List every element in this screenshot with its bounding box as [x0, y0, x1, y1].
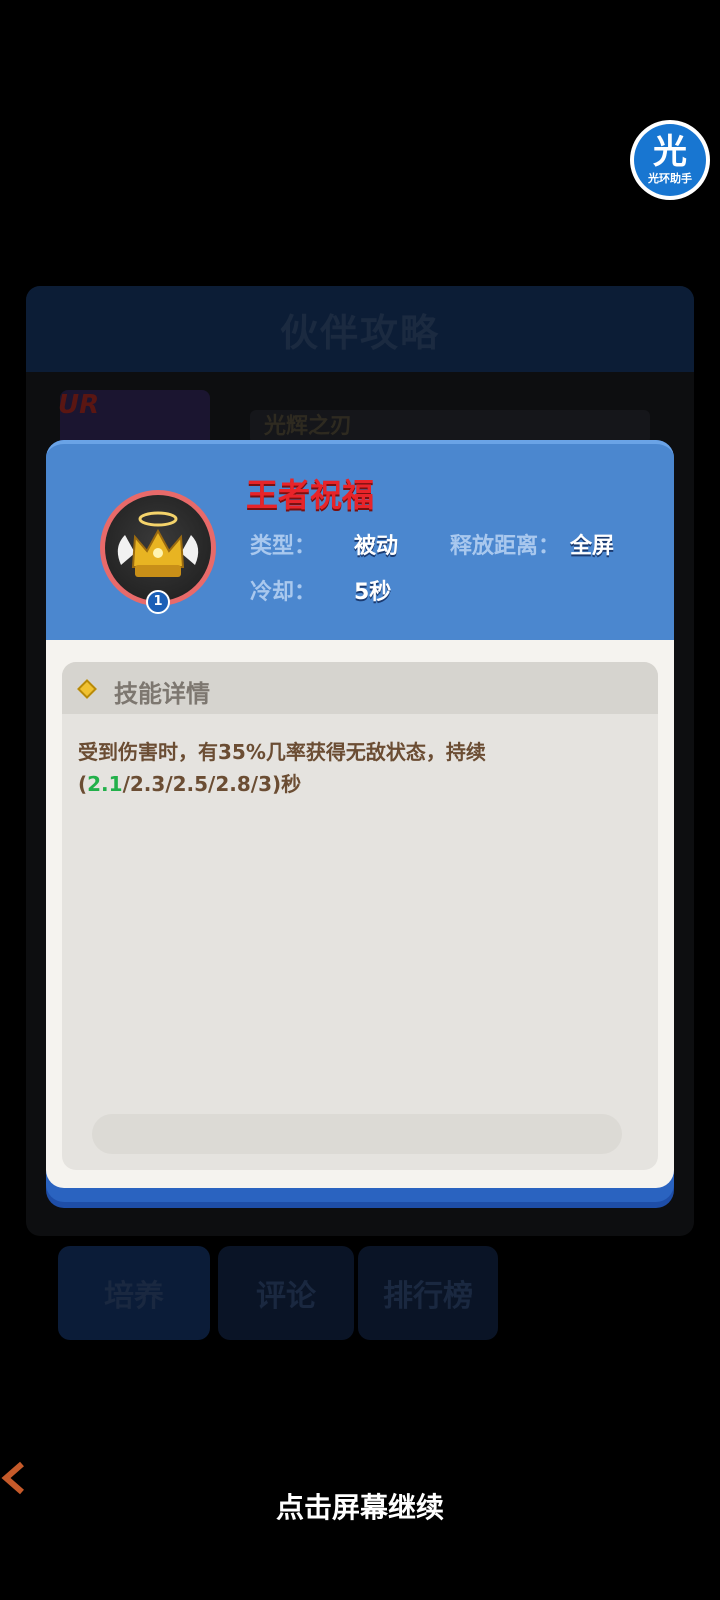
crown-icon [117, 511, 199, 577]
tab-ranking: 排行榜 [358, 1246, 498, 1340]
rarity-badge: UR [58, 390, 100, 420]
cooldown-value: 5秒 [354, 580, 392, 605]
range-value: 全屏 [570, 534, 615, 559]
tab-comments: 评论 [218, 1246, 354, 1340]
skill-details-title: 技能详情 [114, 680, 210, 708]
helper-badge[interactable]: 光 光环助手 [630, 120, 710, 200]
cooldown-label: 冷却： [250, 580, 317, 605]
tab-cultivate: 培养 [58, 1246, 210, 1340]
skill-detail-modal[interactable]: 1 王者祝福 类型： 被动 释放距离： 全屏 冷却： 5秒 技能详情 受到伤害时… [46, 440, 674, 1202]
skill-level-badge: 1 [146, 590, 170, 614]
skill-description: 受到伤害时，有35%几率获得无敌状态，持续(2.1/2.3/2.5/2.8/3)… [78, 740, 486, 796]
skill-icon [100, 490, 216, 606]
skill-name: 王者祝福 [246, 476, 375, 514]
scroll-track[interactable] [92, 1114, 622, 1154]
diamond-icon [77, 679, 97, 699]
range-label: 释放距离： [450, 534, 561, 559]
type-label: 类型： [250, 534, 317, 559]
skill-details-box: 技能详情 受到伤害时，有35%几率获得无敌状态，持续(2.1/2.3/2.5/2… [62, 662, 658, 1170]
skill-body: 技能详情 受到伤害时，有35%几率获得无敌状态，持续(2.1/2.3/2.5/2… [46, 640, 674, 1188]
tap-to-continue-text[interactable]: 点击屏幕继续 [0, 1486, 720, 1526]
helper-logo-icon: 光 [653, 132, 687, 172]
helper-label: 光环助手 [648, 172, 692, 185]
background-title: 伙伴攻略 [279, 310, 440, 355]
highlight-value: 2.1 [87, 772, 123, 796]
background-header: 伙伴攻略 [26, 286, 694, 372]
skill-details-header: 技能详情 [62, 662, 658, 714]
partner-name: 光辉之刃 [250, 410, 650, 444]
skill-header: 1 王者祝福 类型： 被动 释放距离： 全屏 冷却： 5秒 [46, 440, 674, 640]
type-value: 被动 [354, 534, 399, 559]
